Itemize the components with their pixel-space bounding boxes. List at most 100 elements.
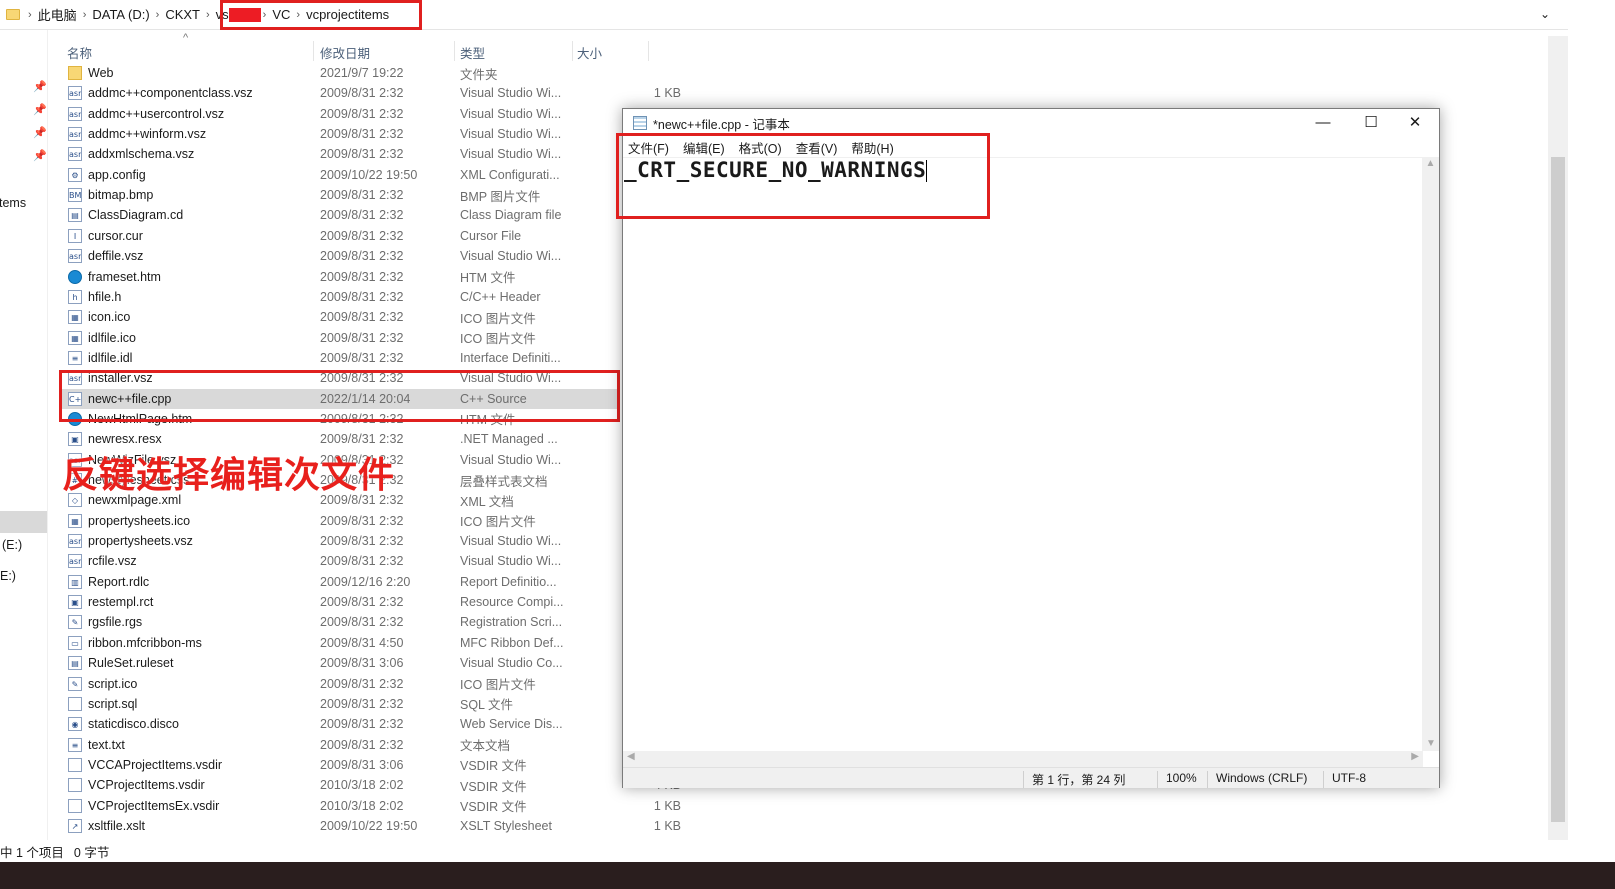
file-type: 文本文档	[460, 739, 511, 754]
file-row[interactable]: ▥ Report.rdlc 2009/12/16 2:20 Report Defini…	[60, 572, 681, 592]
file-row[interactable]: VCProjectItemsEx.vsdir 2010/3/18 2:02 VSDI…	[60, 796, 681, 816]
file-row[interactable]: asm propertysheets.vsz 2009/8/31 2:32 Visua…	[60, 531, 681, 551]
file-row[interactable]: hhfile.h2009/8/31 2:32C/C++ Header0	[60, 287, 681, 307]
file-row[interactable]: BMPbitmap.bmp2009/8/31 2:32BMP 图片文件2	[60, 185, 681, 205]
minimize-button[interactable]: —	[1301, 109, 1345, 137]
column-size[interactable]: 大小	[577, 41, 649, 61]
highlight-box-rows	[59, 370, 620, 422]
file-row[interactable]: ▦icon.ico2009/8/31 2:32ICO 图片文件2	[60, 307, 681, 327]
rct-file-icon: ▣	[68, 595, 82, 610]
file-row[interactable]: asm deffile.vsz 2009/8/31 2:32 Visual Studi…	[60, 246, 681, 266]
file-row[interactable]: ▤ ClassDiagram.cd 2009/8/31 2:32 Class Diag…	[60, 205, 681, 225]
explorer-scrollbar-thumb[interactable]	[1551, 157, 1565, 822]
file-row[interactable]: Icursor.cur2009/8/31 2:32Cursor File1	[60, 226, 681, 246]
file-type: Resource Compi...	[460, 595, 564, 610]
file-row[interactable]: asm addmc++componentclass.vsz 2009/8/31 2:…	[60, 83, 681, 103]
file-name: script.ico	[88, 676, 138, 691]
file-row[interactable]: ▦ propertysheets.ico 2009/8/31 2:32 ICO 图片文…	[60, 511, 681, 531]
file-row[interactable]: ⚙ app.config 2009/10/22 19:50 XML Configura…	[60, 165, 681, 185]
file-row[interactable]: asm addmc++usercontrol.vsz 2009/8/31 2:32 V…	[60, 104, 681, 124]
file-row[interactable]: ▭ ribbon.mfcribbon-ms 2009/8/31 4:50 MFC Ri…	[60, 633, 681, 653]
asm-file-icon: asm	[68, 534, 82, 549]
file-date: 2009/8/31 2:32	[320, 106, 404, 121]
file-date: 2009/8/31 2:32	[320, 249, 404, 264]
file-date: 2009/8/31 2:32	[320, 208, 404, 223]
ruleset-file-icon: ▤	[68, 656, 82, 671]
file-type: Visual Studio Wi...	[460, 127, 562, 142]
breadcrumb-this-pc[interactable]: 此电脑	[38, 5, 77, 24]
file-type: Visual Studio Co...	[460, 656, 563, 671]
file-date: 2009/8/31 2:32	[320, 513, 404, 528]
breadcrumb-ckxt[interactable]: CKXT	[165, 7, 200, 22]
scroll-left-icon[interactable]: ◀	[627, 751, 635, 762]
file-name: icon.ico	[88, 310, 131, 325]
file-row[interactable]: VCProjectItems.vsdir 2010/3/18 2:02 VSDIR …	[60, 775, 681, 795]
file-name: script.sql	[88, 696, 138, 711]
nav-item-drive-e[interactable]: (E:)	[2, 538, 22, 552]
asm-file-icon: asm	[68, 554, 82, 569]
file-name: bitmap.bmp	[88, 188, 154, 203]
folder-icon	[6, 9, 20, 20]
notepad-vertical-scrollbar[interactable]: ▲ ▼	[1422, 158, 1439, 751]
notepad-horizontal-scrollbar[interactable]: ◀ ▶	[623, 751, 1423, 767]
file-row[interactable]: asm addmc++winform.vsz 2009/8/31 2:32 Visua…	[60, 124, 681, 144]
file-type: Visual Studio Wi...	[460, 86, 562, 101]
file-row[interactable]: script.sql2009/8/31 2:32SQL 文件1	[60, 694, 681, 714]
close-button[interactable]: ✕	[1393, 109, 1437, 137]
scroll-down-icon[interactable]: ▼	[1426, 738, 1436, 749]
file-row[interactable]: ▣ restempl.rct 2009/8/31 2:32 Resource Comp…	[60, 592, 681, 612]
file-row[interactable]: ≡text.txt2009/8/31 2:32文本文档0	[60, 735, 681, 755]
asm-file-icon: asm	[68, 86, 82, 101]
file-row[interactable]: Web 2021/9/7 19:22 文件夹	[60, 63, 620, 83]
nav-item-vcprojectitems[interactable]: tems	[0, 196, 26, 210]
ico-file-icon: ▦	[68, 310, 82, 325]
file-type: XML Configurati...	[460, 167, 560, 182]
file-date: 2009/8/31 2:32	[320, 228, 404, 243]
file-row[interactable]: ✎ rgsfile.rgs 2009/8/31 2:32 Registration S…	[60, 612, 681, 632]
file-row[interactable]: VCCAProjectItems.vsdir 2009/8/31 3:06 VSDI…	[60, 755, 681, 775]
file-row[interactable]: ▦idlfile.ico2009/8/31 2:32ICO 图片文件10	[60, 328, 681, 348]
column-date[interactable]: 修改日期	[320, 41, 455, 61]
file-row[interactable]: ▤ RuleSet.ruleset 2009/8/31 3:06 Visual Stu…	[60, 653, 681, 673]
file-type: VSDIR 文件	[460, 779, 527, 794]
file-row[interactable]: asm addxmlschema.vsz 2009/8/31 2:32 Visual …	[60, 144, 681, 164]
file-type: HTM 文件	[460, 271, 516, 285]
highlight-box-breadcrumb	[220, 0, 422, 30]
file-name: rcfile.vsz	[88, 554, 137, 569]
file-type: XML 文档	[460, 494, 514, 509]
nav-item-drive-e2[interactable]: E:)	[0, 569, 16, 583]
file-date: 2010/3/18 2:02	[320, 798, 404, 813]
file-row[interactable]: asm rcfile.vsz 2009/8/31 2:32 Visual Studio…	[60, 551, 681, 571]
file-name: text.txt	[88, 737, 125, 752]
file-row[interactable]: ≡ idlfile.idl 2009/8/31 2:32 Interface Defi…	[60, 348, 681, 368]
cursor-file-icon: I	[68, 228, 82, 243]
file-type: MFC Ribbon Def...	[460, 635, 564, 650]
column-type[interactable]: 类型	[460, 41, 573, 61]
file-date: 2009/8/31 2:32	[320, 188, 404, 203]
config-file-icon: ⚙	[68, 167, 82, 182]
asm-file-icon: asm	[68, 249, 82, 264]
maximize-button[interactable]: ☐	[1349, 109, 1393, 137]
file-date: 2009/8/31 2:32	[320, 615, 404, 630]
highlight-box-notepad-text	[616, 133, 990, 219]
nav-item-selected[interactable]	[0, 511, 47, 533]
file-row[interactable]: ↗ xsltfile.xslt 2009/10/22 19:50 XSLT Style…	[60, 816, 681, 836]
file-row[interactable]: frameset.htm2009/8/31 2:32HTM 文件1	[60, 267, 681, 287]
notepad-icon	[633, 116, 647, 130]
file-date: 2009/8/31 2:32	[320, 595, 404, 610]
doc-file-icon: ≡	[68, 350, 82, 365]
chevron-down-icon[interactable]: ⌄	[1540, 7, 1550, 21]
file-date: 2009/10/22 19:50	[320, 818, 418, 833]
file-row[interactable]: ✎script.ico2009/8/31 2:32ICO 图片文件10	[60, 674, 681, 694]
scroll-up-icon[interactable]: ▲	[1426, 158, 1436, 169]
scroll-right-icon[interactable]: ▶	[1411, 751, 1419, 762]
folder-file-icon	[68, 66, 82, 80]
notepad-text-area[interactable]: _CRT_SECURE_NO_WARNINGS	[623, 158, 1423, 751]
file-row[interactable]: ◉ staticdisco.disco 2009/8/31 2:32 Web Serv…	[60, 714, 681, 734]
annotation-text: 反键选择编辑次文件	[62, 454, 396, 495]
file-date: 2009/8/31 2:32	[320, 350, 404, 365]
file-date: 2009/8/31 2:32	[320, 269, 404, 284]
column-name[interactable]: 名称	[67, 41, 314, 61]
breadcrumb-data-d[interactable]: DATA (D:)	[92, 7, 149, 22]
file-name: cursor.cur	[88, 228, 143, 243]
